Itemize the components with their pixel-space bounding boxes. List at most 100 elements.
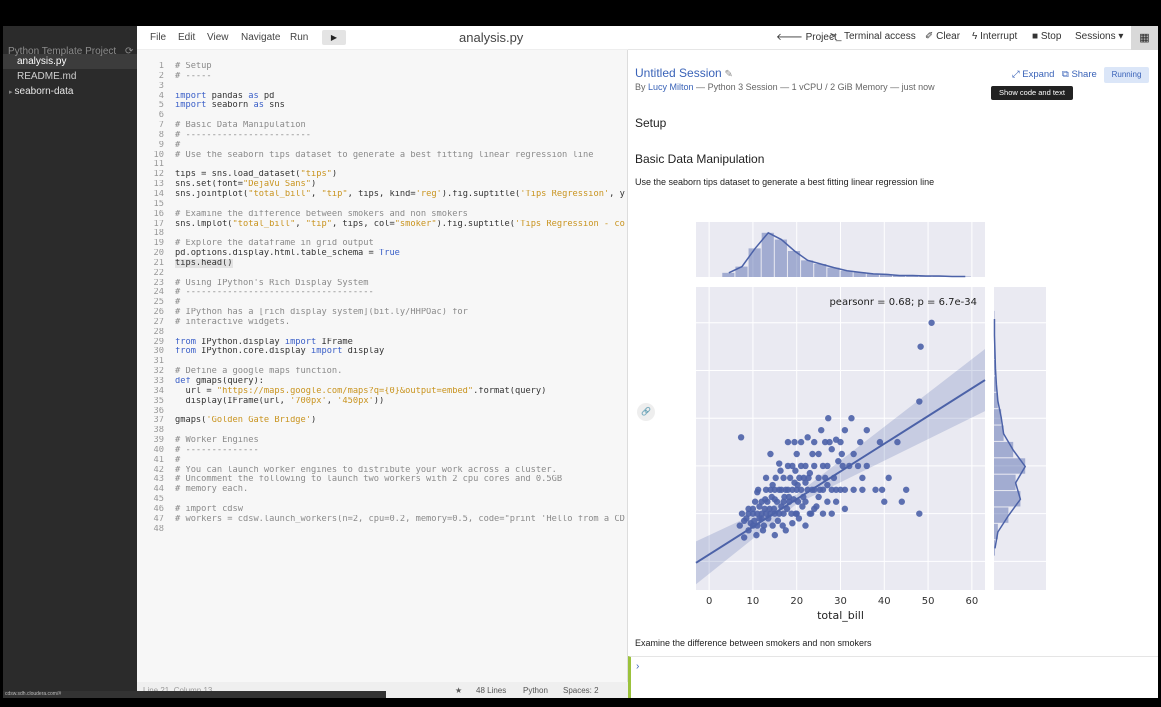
tips-regression-chart: Tips Regression01020304050600246810pears… xyxy=(695,222,1046,622)
session-title[interactable]: Untitled Session ✎ xyxy=(635,66,733,80)
code-line[interactable]: 44 # memory each. xyxy=(137,485,628,495)
code-line[interactable]: 21 tips.head() xyxy=(137,258,628,269)
clear-button[interactable]: ✐ Clear xyxy=(925,31,960,42)
code-line[interactable]: 20 pd.options.display.html.table_schema =… xyxy=(137,249,628,259)
code-line[interactable]: 32 # Define a google maps function. xyxy=(137,367,628,377)
code-line[interactable]: 1 # Setup xyxy=(137,62,628,72)
code-line[interactable]: 38 xyxy=(137,426,628,436)
line-number: 15 xyxy=(153,199,164,209)
code-line[interactable]: 4 import pandas as pd xyxy=(137,92,628,102)
code-line[interactable]: 14 sns.jointplot("total_bill", "tip", tip… xyxy=(137,190,628,200)
code-line[interactable]: 47 # workers = cdsw.launch_workers(n=2, c… xyxy=(137,515,628,525)
session-input[interactable]: › xyxy=(628,656,1158,698)
stop-button[interactable]: ■ Stop xyxy=(1032,31,1061,42)
code-line[interactable]: 34 url = "https://maps.google.com/maps?q… xyxy=(137,387,628,397)
code-line[interactable]: 10 # Use the seaborn tips dataset to gene… xyxy=(137,151,628,161)
scatter-point xyxy=(772,474,779,482)
terminal-button[interactable]: >_ Terminal access xyxy=(830,31,916,42)
code-line[interactable]: 25 # xyxy=(137,298,628,308)
code-line[interactable]: 13 sns.set(font="DejaVu Sans") xyxy=(137,180,628,190)
code-line[interactable]: 2 # ----- xyxy=(137,72,628,82)
line-number: 44 xyxy=(153,485,164,495)
code-text: sns.jointplot("total_bill", "tip", tips,… xyxy=(175,189,625,199)
code-line[interactable]: 48 xyxy=(137,525,628,535)
code-line[interactable]: 26 # IPython has a [rich display system](… xyxy=(137,308,628,318)
code-line[interactable]: 24 # ------------------------------------ xyxy=(137,288,628,298)
sessions-dropdown[interactable]: Sessions ▾ xyxy=(1075,31,1123,42)
code-line[interactable]: 35 display(IFrame(url, '700px', '450px')… xyxy=(137,397,628,407)
indent-setting[interactable]: Spaces: 2 xyxy=(563,686,599,695)
code-line[interactable]: 19 # Explore the dataframe in grid output xyxy=(137,239,628,249)
code-text: sns.set(font="DejaVu Sans") xyxy=(175,180,317,190)
code-line[interactable]: 46 # import cdsw xyxy=(137,505,628,515)
code-line[interactable]: 15 xyxy=(137,200,628,210)
code-area[interactable]: 1 # Setup 2 # ----- 3 4 import pandas as pd 5 im… xyxy=(137,62,628,535)
stop-icon: ■ xyxy=(1032,31,1041,42)
code-line[interactable]: 7 # Basic Data Manipulation xyxy=(137,121,628,131)
menu-navigate[interactable]: Navigate xyxy=(241,32,280,43)
grid-menu-icon[interactable]: ▦ xyxy=(1131,26,1158,50)
heading-setup: Setup xyxy=(635,116,667,130)
star-icon[interactable]: ★ xyxy=(455,686,462,695)
run-button[interactable]: ▶ xyxy=(322,30,346,45)
menu-view[interactable]: View xyxy=(207,32,229,43)
scatter-point xyxy=(857,438,864,446)
line-number: 36 xyxy=(153,406,164,416)
scatter-point xyxy=(762,474,770,482)
code-text: # ----- xyxy=(175,71,212,81)
scatter-point xyxy=(775,460,783,467)
author-link[interactable]: Lucy Milton xyxy=(648,82,694,92)
refresh-icon[interactable]: ⟳ xyxy=(125,46,133,57)
code-text: # xyxy=(175,140,181,150)
code-line[interactable]: 3 xyxy=(137,82,628,92)
code-line[interactable]: 33 def gmaps(query): xyxy=(137,377,628,387)
project-button[interactable]: 🡐 Project xyxy=(776,31,837,43)
code-text: # interactive widgets. xyxy=(175,317,291,327)
language-mode[interactable]: Python xyxy=(523,686,548,695)
code-line[interactable]: 28 xyxy=(137,328,628,338)
code-line[interactable]: 9 # xyxy=(137,141,628,151)
code-line[interactable]: 41 # xyxy=(137,456,628,466)
top-hist-bar xyxy=(814,264,827,277)
code-line[interactable]: 29 from IPython.display import IFrame xyxy=(137,338,628,348)
menu-file[interactable]: File xyxy=(150,32,166,43)
line-number: 18 xyxy=(153,229,164,239)
code-text: # ------------------------------------ xyxy=(175,288,374,298)
scatter-point xyxy=(881,498,888,505)
scatter-point xyxy=(859,486,866,493)
folder-item-seaborn-data[interactable]: ▸ seaborn-data xyxy=(3,84,137,99)
scatter-point xyxy=(928,319,935,326)
link-icon[interactable]: 🔗 xyxy=(637,403,655,421)
code-line[interactable]: 17 sns.lmplot("total_bill", "tip", tips, … xyxy=(137,220,628,230)
interrupt-button[interactable]: ϟ Interrupt xyxy=(972,31,1017,42)
code-line[interactable]: 40 # -------------- xyxy=(137,446,628,456)
code-line[interactable]: 8 # ------------------------ xyxy=(137,131,628,141)
code-line[interactable]: 37 gmaps('Golden Gate Bridge') xyxy=(137,416,628,426)
code-line[interactable]: 42 # You can launch worker engines to dis… xyxy=(137,466,628,476)
share-button[interactable]: ⧉ Share xyxy=(1062,69,1097,80)
code-line[interactable]: 27 # interactive widgets. xyxy=(137,318,628,328)
expand-button[interactable]: ⤢ Expand xyxy=(1012,69,1054,80)
code-line[interactable]: 30 from IPython.core.display import displ… xyxy=(137,347,628,357)
code-line[interactable]: 45 xyxy=(137,495,628,505)
code-line[interactable]: 22 xyxy=(137,269,628,279)
code-line[interactable]: 31 xyxy=(137,357,628,367)
menu-run[interactable]: Run xyxy=(290,32,308,43)
file-item-readme[interactable]: README.md xyxy=(3,69,137,84)
scatter-point xyxy=(802,479,809,486)
code-line[interactable]: 5 import seaborn as sns xyxy=(137,101,628,111)
code-line[interactable]: 36 xyxy=(137,407,628,417)
menu-edit[interactable]: Edit xyxy=(178,32,195,43)
code-line[interactable]: 39 # Worker Engines xyxy=(137,436,628,446)
scatter-point xyxy=(832,498,840,505)
code-line[interactable]: 23 # Using IPython's Rich Display System xyxy=(137,279,628,289)
code-line[interactable]: 16 # Examine the difference between smoke… xyxy=(137,210,628,220)
code-line[interactable]: 43 # Uncomment the following to launch tw… xyxy=(137,475,628,485)
code-text: # -------------- xyxy=(175,445,259,455)
code-line[interactable]: 18 xyxy=(137,229,628,239)
code-line[interactable]: 12 tips = sns.load_dataset("tips") xyxy=(137,170,628,180)
code-line[interactable]: 6 xyxy=(137,111,628,121)
code-text: pd.options.display.html.table_schema = T… xyxy=(175,249,400,259)
code-line[interactable]: 11 xyxy=(137,160,628,170)
line-number: 17 xyxy=(153,219,164,229)
